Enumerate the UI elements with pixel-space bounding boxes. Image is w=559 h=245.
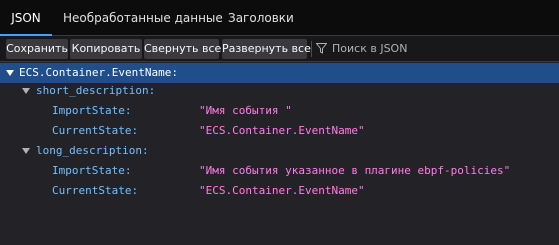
tab-headers[interactable]: Заголовки (228, 0, 294, 36)
tree-value: "ECS.Container.EventName" (199, 124, 365, 137)
tree-key: CurrentState: (52, 124, 139, 137)
filter-icon (316, 43, 327, 54)
save-button[interactable]: Сохранить (6, 39, 68, 59)
tab-json[interactable]: JSON (0, 0, 52, 36)
chevron-down-icon[interactable] (22, 148, 30, 154)
tree-key: ECS.Container.EventName: (19, 66, 178, 79)
tree-row-short-import-state[interactable]: ImportState: "Имя события " (0, 101, 559, 121)
tree-key: long_description: (36, 144, 149, 157)
tree-key: CurrentState: (52, 184, 139, 197)
expand-all-button[interactable]: Развернуть все (222, 39, 311, 59)
tree-row-short-current-state[interactable]: CurrentState: "ECS.Container.EventName" (0, 121, 559, 141)
tab-raw-data[interactable]: Необработанные данные (63, 0, 223, 36)
toolbar: Сохранить Копировать Свернуть все Развер… (0, 36, 559, 62)
tree-key: ImportState: (52, 164, 132, 177)
tree-row-short-description[interactable]: short_description: (0, 81, 559, 101)
collapse-all-button[interactable]: Свернуть все (144, 39, 221, 59)
tree-value: "Имя события " (199, 104, 292, 117)
copy-button[interactable]: Копировать (70, 39, 142, 59)
filter-placeholder: Поиск в JSON (332, 42, 408, 55)
tree-row-root[interactable]: ECS.Container.EventName: (0, 63, 559, 83)
tab-bar: JSON Необработанные данные Заголовки (0, 0, 559, 36)
toolbar-divider (311, 41, 312, 57)
chevron-down-icon[interactable] (6, 70, 14, 76)
tree-row-long-description[interactable]: long_description: (0, 141, 559, 161)
tree-value: "Имя события указанное в плагине ebpf-po… (199, 164, 511, 177)
tree-row-long-import-state[interactable]: ImportState: "Имя события указанное в пл… (0, 161, 559, 181)
tree-row-long-current-state[interactable]: CurrentState: "ECS.Container.EventName" (0, 181, 559, 201)
chevron-down-icon[interactable] (22, 88, 30, 94)
tree-value: "ECS.Container.EventName" (199, 184, 365, 197)
tree-key: short_description: (36, 84, 156, 97)
tree-key: ImportState: (52, 104, 132, 117)
